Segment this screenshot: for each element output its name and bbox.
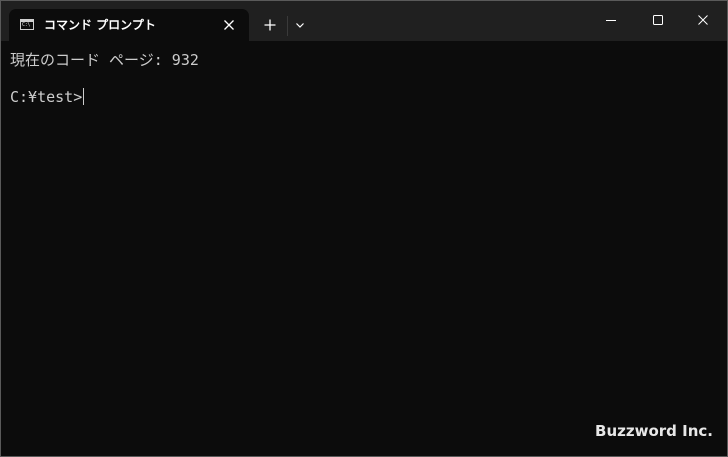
chevron-down-icon[interactable] bbox=[292, 17, 308, 33]
close-icon[interactable] bbox=[220, 16, 238, 34]
tab-command-prompt[interactable]: C:\ コマンド プロンプト bbox=[9, 9, 249, 41]
tab-icon-glyph: C:\ bbox=[22, 22, 31, 28]
watermark: Buzzword Inc. bbox=[595, 422, 713, 440]
prompt-line[interactable]: C:¥test> bbox=[10, 87, 85, 107]
minimize-icon[interactable] bbox=[600, 9, 622, 31]
terminal-output[interactable]: 現在のコード ページ: 932 C:¥test> Buzzword Inc. bbox=[1, 41, 727, 456]
close-window-icon[interactable] bbox=[692, 9, 714, 31]
text-cursor bbox=[83, 88, 85, 105]
tab-separator bbox=[287, 16, 288, 36]
title-bar[interactable]: C:\ コマンド プロンプト bbox=[1, 1, 727, 41]
tab-title: コマンド プロンプト bbox=[44, 18, 156, 32]
plus-icon[interactable] bbox=[261, 16, 279, 34]
maximize-icon[interactable] bbox=[647, 9, 669, 31]
code-page-line: 現在のコード ページ: 932 bbox=[10, 51, 199, 69]
terminal-window: C:\ コマンド プロンプト 現在のコード ページ: 932 C:¥test> … bbox=[0, 0, 728, 457]
command-prompt-icon: C:\ bbox=[20, 19, 34, 30]
prompt-text: C:¥test> bbox=[10, 88, 83, 106]
